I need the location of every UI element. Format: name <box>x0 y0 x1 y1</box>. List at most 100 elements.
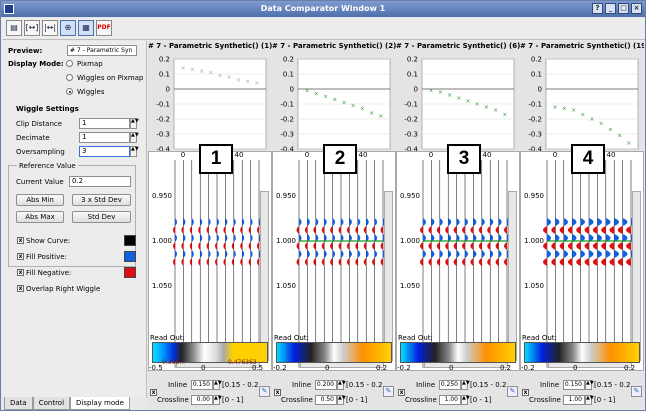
data-point: × <box>571 107 576 114</box>
vertical-scrollbar[interactable] <box>260 191 269 361</box>
panel-2: # 7 - Parametric Synthetic() (2) 0.2 0.1 0… <box>272 41 396 409</box>
crossline-label: Crossline <box>157 396 189 404</box>
wiggle-lobe <box>225 250 228 258</box>
colorbar[interactable] <box>524 342 640 363</box>
crossline-input[interactable]: 0.00 <box>191 395 213 405</box>
inline-spinner[interactable]: ▲▼ <box>585 380 594 390</box>
pick-tool-icon[interactable]: ✎ <box>383 386 394 397</box>
crossline-spinner[interactable]: ▲▼ <box>585 395 594 405</box>
tab-data[interactable]: Data <box>4 397 33 410</box>
crossline-input[interactable]: 0.50 <box>315 395 337 405</box>
minimize-button[interactable]: _ <box>605 3 616 14</box>
fill-positive-checkbox[interactable]: x <box>17 253 24 260</box>
maximize-button[interactable]: □ <box>618 3 629 14</box>
pick-tool-icon[interactable]: ✎ <box>507 386 518 397</box>
wiggle-lobe <box>257 258 259 266</box>
abs-min-button[interactable]: Abs Min <box>16 194 64 206</box>
vertical-scrollbar[interactable] <box>384 191 393 361</box>
help-button[interactable]: ? <box>592 3 603 14</box>
fill-negative-checkbox[interactable]: x <box>17 269 24 276</box>
positive-color-swatch[interactable] <box>124 251 136 262</box>
wiggle-lobe <box>200 234 203 242</box>
y-tick-label: 0.2 <box>407 56 418 64</box>
overlap-checkbox[interactable]: x <box>17 285 24 292</box>
y-tick-label: -0.2 <box>528 116 542 124</box>
grid-icon[interactable]: ▦ <box>78 20 94 36</box>
show-curve-label: Show Curve: <box>26 237 71 245</box>
wiggle-lobe <box>304 226 308 234</box>
wiggle-lobe <box>200 218 203 226</box>
wiggle-lobe <box>242 250 245 258</box>
wiggle-lobe <box>217 250 219 258</box>
link-checkbox[interactable]: x <box>398 389 405 396</box>
sync-horizontal-icon[interactable]: [↔] <box>24 20 40 36</box>
abs-max-button[interactable]: Abs Max <box>16 211 64 223</box>
clip-distance-spinner[interactable]: ▲▼ <box>130 118 139 129</box>
inline-input[interactable]: 0.150 <box>191 380 213 390</box>
clip-distance-input[interactable]: 1 <box>79 118 130 129</box>
y-tick-label: 1.050 <box>524 282 544 290</box>
colorbar[interactable] <box>400 342 516 363</box>
wiggle-lobe <box>296 226 299 234</box>
wiggle-lobe <box>504 258 507 266</box>
link-checkbox[interactable]: x <box>150 389 157 396</box>
vertical-scrollbar[interactable] <box>508 191 517 361</box>
mode-radio-wiggles[interactable] <box>66 88 73 95</box>
y-tick-label: 0.950 <box>152 192 172 200</box>
crossline-spinner[interactable]: ▲▼ <box>337 395 346 405</box>
mode-radio-wiggles-on-pixmap[interactable] <box>66 74 73 81</box>
wiggle-lobe <box>436 242 440 250</box>
wiggle-lobe <box>498 250 502 258</box>
negative-color-swatch[interactable] <box>124 267 136 278</box>
colorbar[interactable] <box>276 342 392 363</box>
oversampling-spinner[interactable]: ▲▼ <box>130 146 139 157</box>
wiggle-lobe <box>609 258 615 266</box>
crossline-input[interactable]: 1.00 <box>439 395 461 405</box>
sync-vertical-icon[interactable]: |↔| <box>42 20 58 36</box>
crossline-spinner[interactable]: ▲▼ <box>461 395 470 405</box>
link-checkbox[interactable]: x <box>274 389 281 396</box>
show-curve-checkbox[interactable]: x <box>17 237 24 244</box>
tab-control[interactable]: Control <box>32 397 71 410</box>
close-button[interactable]: × <box>631 3 642 14</box>
three-std-dev-button[interactable]: 3 x Std Dev <box>72 194 131 206</box>
vertical-scrollbar[interactable] <box>632 191 641 361</box>
current-value-input[interactable]: 0.2 <box>69 176 131 187</box>
link-checkbox[interactable]: x <box>522 389 529 396</box>
wiggle-lobe <box>191 250 194 258</box>
crossline-spinner[interactable]: ▲▼ <box>213 395 222 405</box>
readout-label: Read Out: <box>398 334 433 342</box>
crossline-label: Crossline <box>529 396 561 404</box>
pdf-export-icon[interactable]: PDF <box>96 20 112 36</box>
y-tick-label: 1.000 <box>524 237 544 245</box>
inline-spinner[interactable]: ▲▼ <box>461 380 470 390</box>
wiggle-lobe <box>198 258 201 266</box>
tab-display-mode[interactable]: Display mode <box>70 397 130 410</box>
inline-input[interactable]: 0.200 <box>315 380 337 390</box>
decimate-spinner[interactable]: ▲▼ <box>130 132 139 143</box>
crossline-input[interactable]: 1.00 <box>563 395 585 405</box>
oversampling-input[interactable]: 3 <box>79 146 130 157</box>
inline-spinner[interactable]: ▲▼ <box>213 380 222 390</box>
inline-input[interactable]: 0.250 <box>439 380 461 390</box>
wiggle-lobe <box>567 258 573 266</box>
wiggle-lobe <box>470 242 474 250</box>
crosshair-icon[interactable]: ⊕ <box>60 20 76 36</box>
mode-radio-pixmap[interactable] <box>66 60 73 67</box>
std-dev-button[interactable]: Std Dev <box>72 211 131 223</box>
preview-select[interactable]: # 7 - Parametric Syn <box>67 45 137 56</box>
inline-spinner[interactable]: ▲▼ <box>337 380 346 390</box>
y-tick-label: -0.2 <box>156 116 170 124</box>
y-tick-label: 1.050 <box>400 282 420 290</box>
colorbar-tick-label: -0.2 <box>397 364 411 372</box>
layout-icon[interactable]: ▤ <box>6 20 22 36</box>
pick-tool-icon[interactable]: ✎ <box>259 386 270 397</box>
colorbar-tick-label: 0 <box>449 364 454 372</box>
wiggle-lobe <box>223 258 226 266</box>
wiggle-lobe <box>181 242 184 250</box>
wiggle-lobe <box>321 258 325 266</box>
pick-tool-icon[interactable]: ✎ <box>631 386 642 397</box>
decimate-input[interactable]: 1 <box>79 132 130 143</box>
curve-color-swatch[interactable] <box>124 235 136 246</box>
inline-input[interactable]: 0.150 <box>563 380 585 390</box>
